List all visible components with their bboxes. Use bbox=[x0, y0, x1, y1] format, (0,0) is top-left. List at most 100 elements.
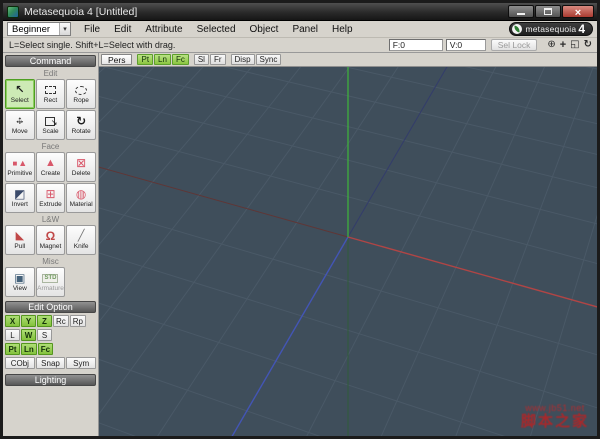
face-count-field[interactable]: F:0 bbox=[388, 39, 443, 51]
viewport-canvas[interactable]: www.jb51.net 脚本之家 bbox=[99, 67, 597, 436]
command-rotate[interactable]: Rotate bbox=[66, 110, 96, 140]
metasequoia-logo: metasequoia 4 bbox=[509, 22, 593, 36]
menu-object[interactable]: Object bbox=[243, 23, 286, 36]
toggle-x[interactable]: X bbox=[5, 315, 20, 327]
vertex-count-field[interactable]: V:0 bbox=[445, 39, 486, 51]
leaf-icon bbox=[512, 24, 523, 34]
lighting-panel-header[interactable]: Lighting bbox=[5, 374, 96, 386]
face-command-grid: Primitive Create Delete Invert Extrude M… bbox=[5, 152, 96, 213]
command-material[interactable]: Material bbox=[66, 183, 96, 213]
mode-select[interactable]: Beginner bbox=[7, 22, 71, 36]
toggle-rp[interactable]: Rp bbox=[69, 315, 87, 327]
toggle-face[interactable]: Fc bbox=[37, 343, 54, 355]
chevron-down-icon bbox=[59, 23, 70, 35]
toggle-point[interactable]: Pt bbox=[5, 343, 20, 355]
zoom-icon[interactable] bbox=[547, 39, 555, 52]
command-magnet[interactable]: Magnet bbox=[35, 225, 66, 255]
toggle-world[interactable]: W bbox=[21, 329, 36, 341]
scale-icon bbox=[45, 116, 57, 129]
option-button-row: CObj Snap Sym bbox=[5, 357, 97, 369]
menu-panel[interactable]: Panel bbox=[285, 23, 325, 36]
menu-selected[interactable]: Selected bbox=[190, 23, 243, 36]
view-mode-button[interactable]: Pers bbox=[101, 54, 133, 65]
toggle-rc[interactable]: Rc bbox=[53, 315, 69, 327]
section-label-lw: L&W bbox=[41, 215, 60, 224]
misc-command-grid: View Armature bbox=[5, 267, 96, 297]
menu-attribute[interactable]: Attribute bbox=[138, 23, 189, 36]
command-knife[interactable]: Knife bbox=[66, 225, 96, 255]
rect-select-icon bbox=[44, 86, 56, 94]
command-rope[interactable]: Rope bbox=[66, 79, 96, 109]
toggle-local[interactable]: L bbox=[5, 329, 20, 341]
command-panel: Command Edit Select Rect Rope Move S bbox=[3, 53, 99, 436]
maximize-icon bbox=[544, 8, 552, 15]
close-icon bbox=[575, 3, 581, 21]
minimize-icon bbox=[517, 13, 525, 15]
sel-lock-button[interactable]: Sel Lock bbox=[490, 39, 538, 51]
coord-toggle-row: L W S bbox=[5, 329, 96, 341]
view-toggle-disp[interactable]: Disp bbox=[230, 54, 255, 65]
view-toggle-pt[interactable]: Pt bbox=[137, 54, 154, 65]
command-primitive[interactable]: Primitive bbox=[5, 152, 35, 182]
toggle-screen[interactable]: S bbox=[37, 329, 52, 341]
app-window: Metasequoia 4 [Untitled] Beginner File E… bbox=[0, 0, 600, 439]
toggle-line[interactable]: Ln bbox=[21, 343, 37, 355]
view-toggle-fc[interactable]: Fc bbox=[171, 54, 189, 65]
command-invert[interactable]: Invert bbox=[5, 183, 35, 213]
lasso-icon bbox=[75, 85, 88, 95]
command-armature[interactable]: Armature bbox=[35, 267, 66, 297]
magnet-icon bbox=[46, 230, 56, 243]
command-rect[interactable]: Rect bbox=[35, 79, 66, 109]
pull-icon bbox=[16, 230, 24, 243]
view-toggle-sync[interactable]: Sync bbox=[255, 54, 282, 65]
command-select[interactable]: Select bbox=[5, 79, 35, 109]
rotate-icon bbox=[76, 115, 86, 128]
menu-file[interactable]: File bbox=[77, 23, 107, 36]
close-button[interactable] bbox=[562, 5, 594, 18]
toggle-sym[interactable]: Sym bbox=[66, 357, 97, 369]
title-bar: Metasequoia 4 [Untitled] bbox=[3, 3, 597, 21]
section-label-edit: Edit bbox=[43, 69, 58, 78]
hint-text: L=Select single. Shift+L=Select with dra… bbox=[9, 40, 176, 50]
rotate-view-icon[interactable] bbox=[584, 39, 592, 52]
fit-icon[interactable] bbox=[570, 39, 579, 52]
material-icon bbox=[76, 188, 86, 201]
command-create[interactable]: Create bbox=[35, 152, 66, 182]
menu-items: File Edit Attribute Selected Object Pane… bbox=[77, 23, 360, 36]
pan-icon[interactable] bbox=[560, 39, 566, 52]
command-delete[interactable]: Delete bbox=[66, 152, 96, 182]
menu-help[interactable]: Help bbox=[325, 23, 360, 36]
element-toggle-row: Pt Ln Fc bbox=[5, 343, 96, 355]
info-bar: L=Select single. Shift+L=Select with dra… bbox=[3, 38, 597, 53]
menu-edit[interactable]: Edit bbox=[107, 23, 138, 36]
toggle-y[interactable]: Y bbox=[21, 315, 36, 327]
grid-3d bbox=[99, 67, 597, 436]
command-pull[interactable]: Pull bbox=[5, 225, 35, 255]
view-toggle-ln[interactable]: Ln bbox=[154, 54, 171, 65]
command-panel-header[interactable]: Command bbox=[5, 55, 96, 67]
command-move[interactable]: Move bbox=[5, 110, 35, 140]
logo-text: metasequoia bbox=[525, 24, 577, 34]
toggle-z[interactable]: Z bbox=[37, 315, 52, 327]
view-header: Pers Pt Ln Fc Sl Fr Disp Sync bbox=[99, 53, 597, 67]
axis-toggle-row: X Y Z Rc Rp bbox=[5, 315, 96, 327]
extrude-icon bbox=[45, 188, 55, 201]
edit-option-header[interactable]: Edit Option bbox=[5, 301, 96, 313]
mode-select-value: Beginner bbox=[12, 23, 51, 35]
view-area: Pers Pt Ln Fc Sl Fr Disp Sync www.jb51.n… bbox=[99, 53, 597, 436]
view-toggle-fr[interactable]: Fr bbox=[209, 54, 226, 65]
view-toggle-sl[interactable]: Sl bbox=[193, 54, 209, 65]
window-title: Metasequoia 4 [Untitled] bbox=[24, 5, 138, 18]
maximize-button[interactable] bbox=[535, 5, 561, 18]
app-icon bbox=[7, 5, 19, 18]
toggle-snap[interactable]: Snap bbox=[35, 357, 66, 369]
view-icon bbox=[14, 272, 25, 285]
section-label-misc: Misc bbox=[42, 257, 59, 266]
minimize-button[interactable] bbox=[508, 5, 534, 18]
command-extrude[interactable]: Extrude bbox=[35, 183, 66, 213]
primitive-icon bbox=[12, 157, 27, 170]
toggle-cobj[interactable]: CObj bbox=[5, 357, 35, 369]
logo-version: 4 bbox=[578, 22, 585, 36]
command-view[interactable]: View bbox=[5, 267, 35, 297]
command-scale[interactable]: Scale bbox=[35, 110, 66, 140]
